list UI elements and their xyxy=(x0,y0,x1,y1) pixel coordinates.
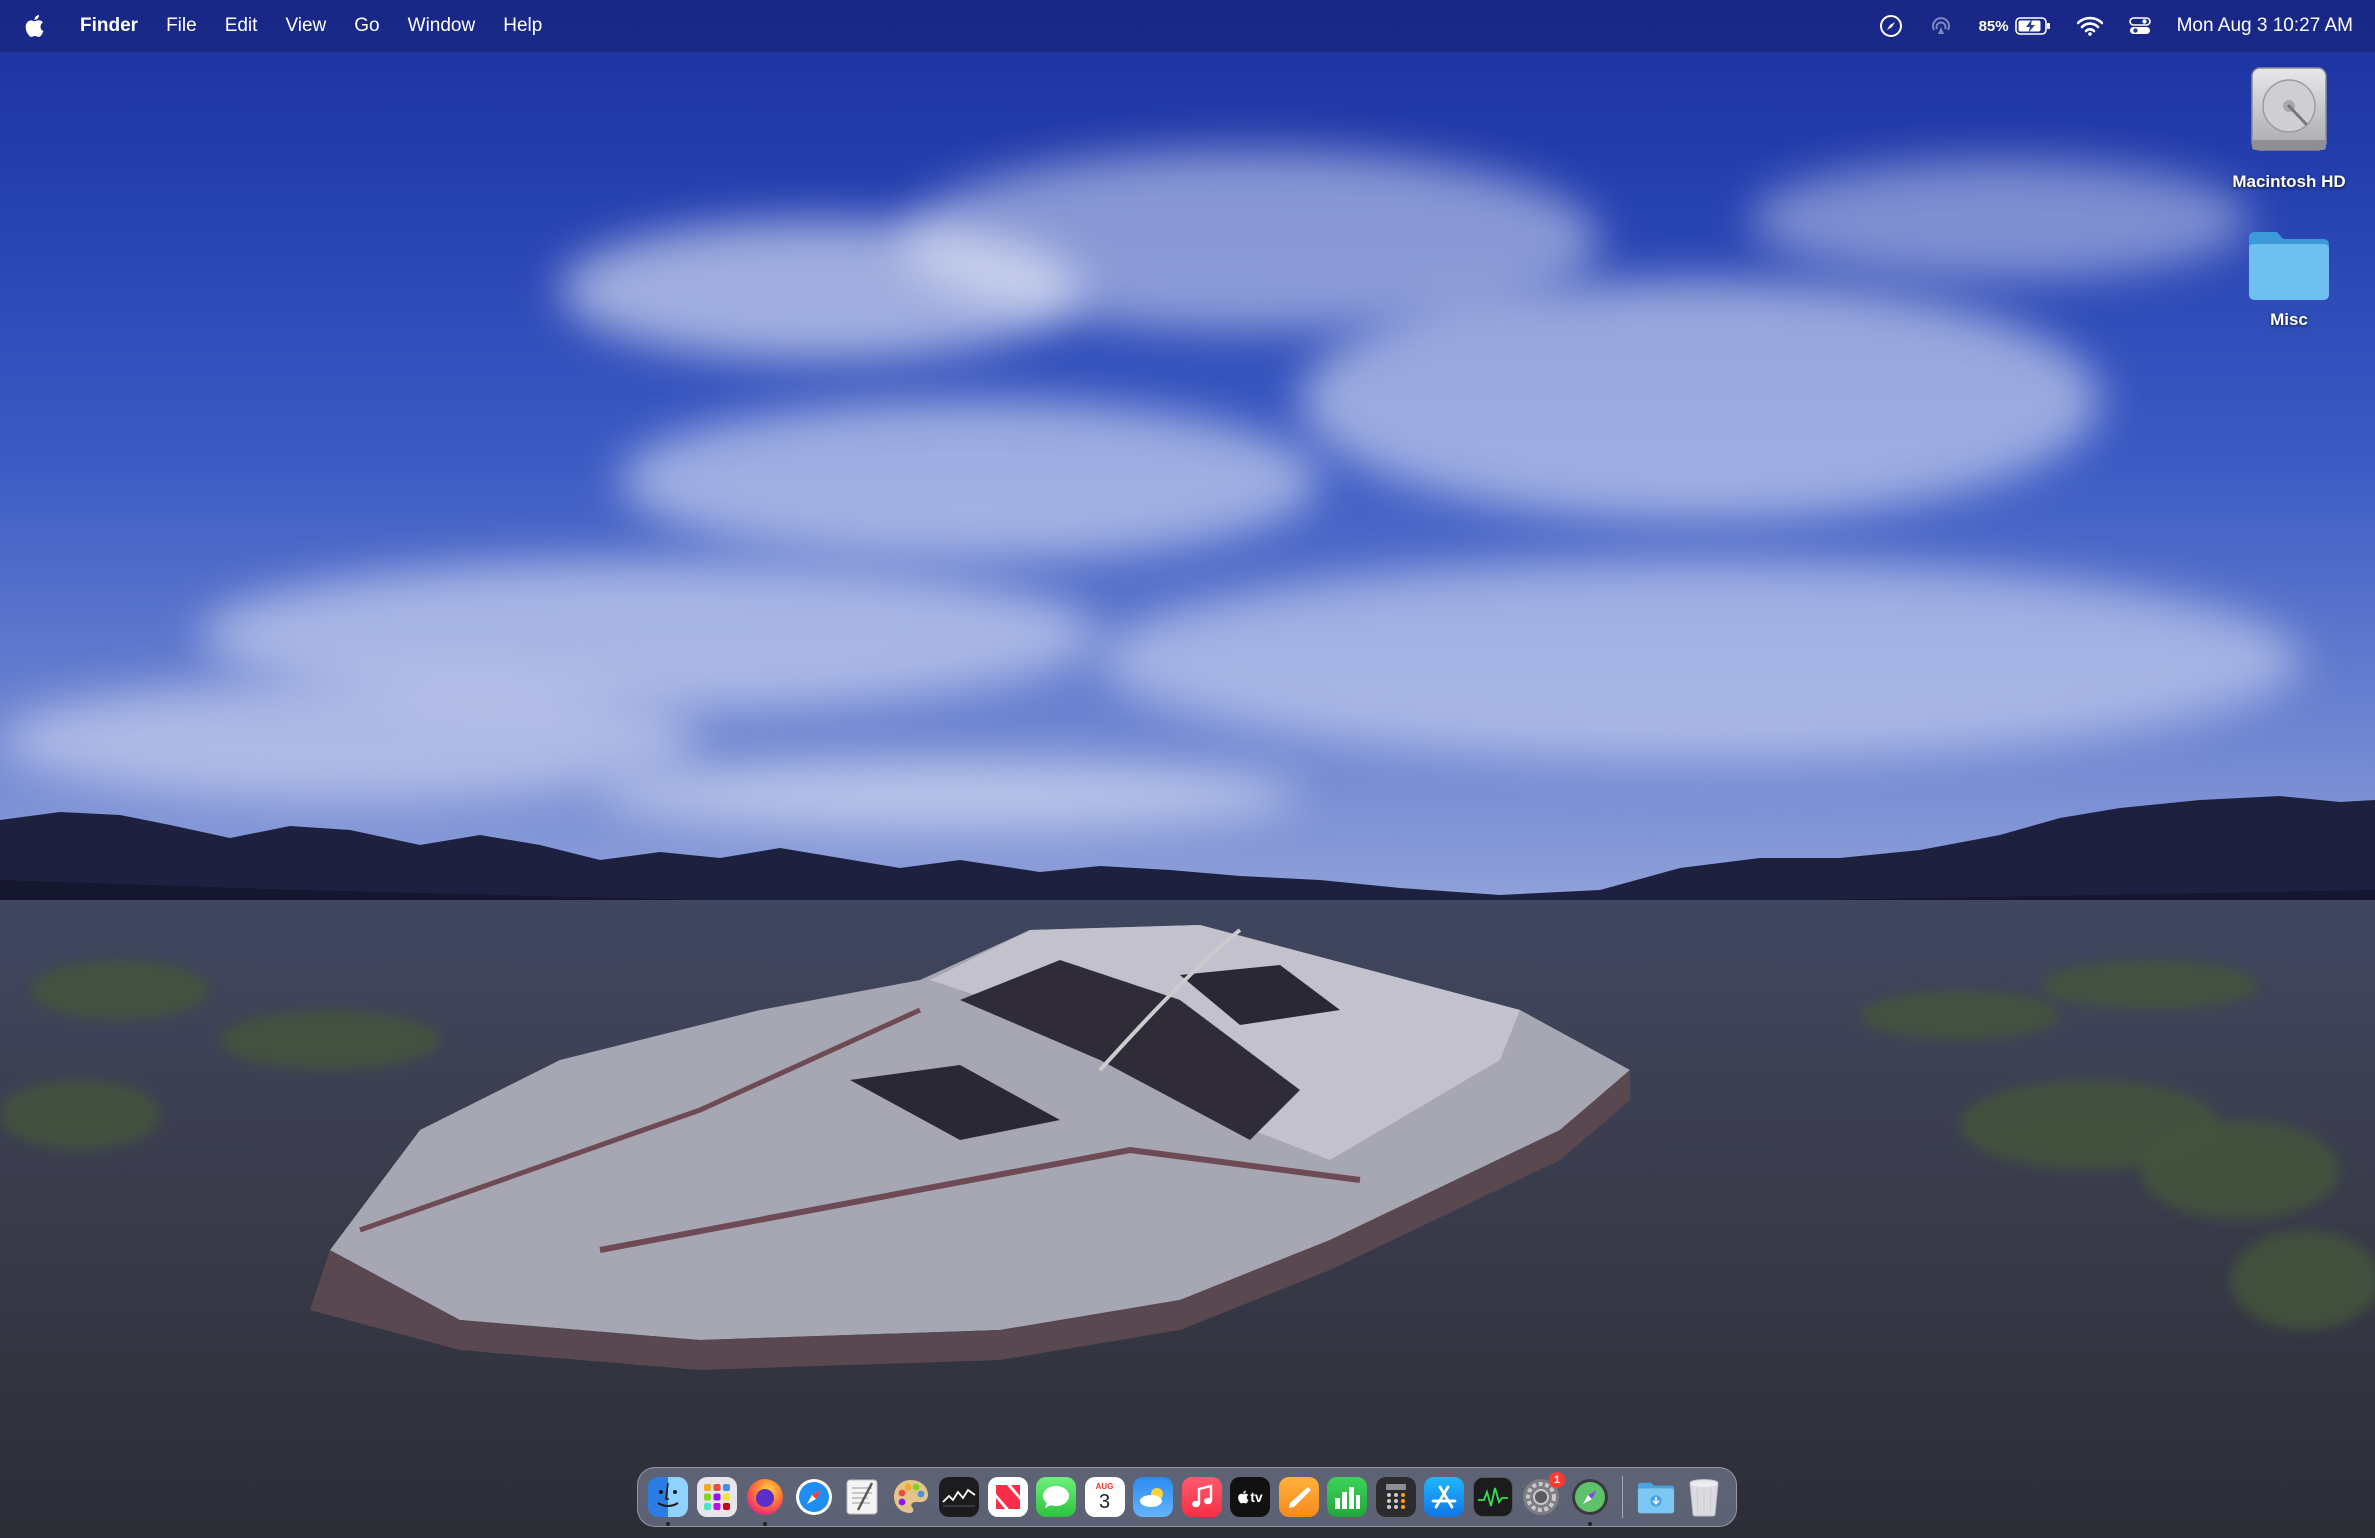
desktop-wallpaper xyxy=(0,0,2375,1538)
safari-compass-status-icon[interactable] xyxy=(1879,11,1903,41)
menu-help[interactable]: Help xyxy=(503,15,542,37)
desktop-icon-misc-folder[interactable]: Misc xyxy=(2214,228,2364,330)
dock-activity-monitor[interactable] xyxy=(1472,1477,1513,1517)
menu-edit[interactable]: Edit xyxy=(225,15,258,37)
dock-textedit[interactable] xyxy=(842,1477,882,1517)
boat-illustration xyxy=(310,925,1630,1370)
dock-system-settings[interactable]: 1 xyxy=(1521,1472,1565,1517)
battery-status[interactable]: 85% xyxy=(1979,11,2051,41)
trash-icon xyxy=(1689,1479,1719,1517)
control-center-icon[interactable] xyxy=(2128,11,2151,41)
dock-safari-technology-preview[interactable] xyxy=(1570,1477,1610,1526)
numbers-chart-icon xyxy=(1335,1487,1360,1509)
apple-menu-icon[interactable] xyxy=(22,14,46,38)
dock-pages[interactable] xyxy=(1278,1477,1319,1517)
textedit-icon xyxy=(846,1479,878,1515)
activity-monitor-icon xyxy=(1477,1487,1508,1507)
dock-launchpad[interactable] xyxy=(696,1477,737,1517)
music-note-icon xyxy=(1191,1484,1212,1508)
menu-go[interactable]: Go xyxy=(354,15,379,37)
battery-percent: 85% xyxy=(1978,17,2009,35)
finder-icon xyxy=(657,1482,679,1507)
dock-tv[interactable]: tv xyxy=(1230,1477,1270,1517)
folder-icon xyxy=(2249,232,2329,300)
dock-weather[interactable] xyxy=(1133,1477,1173,1517)
desktop-icon-label: Misc xyxy=(2270,310,2308,329)
hard-drive-icon xyxy=(2251,67,2327,151)
safari-icon xyxy=(795,1479,832,1515)
dock-messages[interactable] xyxy=(1036,1477,1076,1517)
menu-window[interactable]: Window xyxy=(408,15,476,37)
app-store-icon xyxy=(1431,1485,1457,1509)
dock-music[interactable] xyxy=(1181,1477,1222,1517)
launchpad-icon xyxy=(703,1484,730,1510)
calendar-day: 3 xyxy=(1098,1491,1111,1513)
tv-apple-logo-icon xyxy=(1238,1490,1249,1504)
menu-view[interactable]: View xyxy=(285,15,326,37)
safari-technology-preview-icon xyxy=(1571,1479,1608,1515)
dock-numbers[interactable] xyxy=(1327,1477,1367,1517)
pages-pen-icon xyxy=(1288,1487,1311,1508)
menu-bar: Finder File Edit View Go Window Help 85%… xyxy=(0,0,2375,52)
dock-firefox[interactable] xyxy=(745,1477,785,1526)
dock-downloads-folder[interactable] xyxy=(1636,1477,1676,1517)
airdrop-status-icon[interactable] xyxy=(1929,11,1953,41)
wifi-icon[interactable] xyxy=(2076,11,2103,41)
stocks-chart-icon xyxy=(942,1488,976,1507)
dock-separator xyxy=(1622,1476,1623,1518)
dock-calendar[interactable]: AUG 3 xyxy=(1084,1477,1125,1517)
dock-news[interactable] xyxy=(987,1477,1028,1517)
downloads-folder-icon xyxy=(1637,1482,1674,1514)
dock-color-picker[interactable] xyxy=(891,1477,931,1517)
dock: AUG 3 tv 1 xyxy=(637,1467,1737,1527)
running-indicator xyxy=(763,1522,767,1526)
menu-bar-clock[interactable]: Mon Aug 3 10:27 AM xyxy=(2177,15,2353,37)
menu-file[interactable]: File xyxy=(166,15,197,37)
dock-stocks[interactable] xyxy=(939,1477,979,1517)
color-picker-icon xyxy=(893,1480,928,1513)
dock-app-store[interactable] xyxy=(1424,1477,1464,1517)
firefox-icon xyxy=(747,1479,783,1515)
dock-finder[interactable] xyxy=(648,1477,688,1526)
messages-bubble-icon xyxy=(1043,1486,1069,1508)
desktop-icon-macintosh-hd[interactable]: Macintosh HD xyxy=(2214,62,2364,192)
notification-badge: 1 xyxy=(1549,1472,1565,1488)
dock-safari[interactable] xyxy=(794,1477,834,1517)
running-indicator xyxy=(666,1522,670,1526)
calculator-icon xyxy=(1385,1484,1406,1509)
news-icon xyxy=(995,1485,1020,1509)
menu-app-finder[interactable]: Finder xyxy=(80,15,138,37)
desktop-icon-label: Macintosh HD xyxy=(2232,172,2346,191)
running-indicator xyxy=(1587,1522,1592,1526)
tv-label: tv xyxy=(1250,1489,1263,1505)
dock-calculator[interactable] xyxy=(1375,1477,1416,1517)
dock-trash[interactable] xyxy=(1684,1477,1724,1517)
weather-cloud-sun-icon xyxy=(1140,1488,1163,1507)
battery-charging-icon xyxy=(2014,17,2050,35)
